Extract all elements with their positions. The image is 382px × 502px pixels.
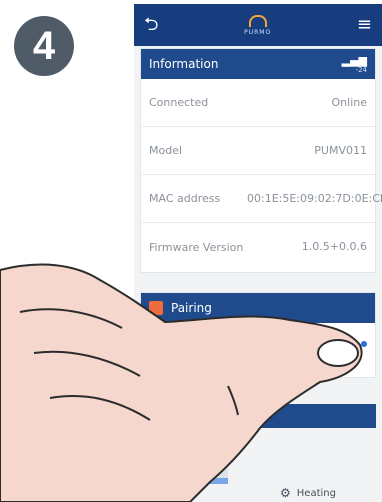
signal-strength: ▂▄▆ -24 bbox=[342, 55, 367, 74]
su-text: SU bbox=[175, 445, 195, 461]
heating-indicator[interactable]: ⚙ Heating bbox=[280, 486, 336, 500]
logo-mark bbox=[248, 14, 267, 27]
info-value: Online bbox=[331, 95, 367, 109]
heating-gear-icon: ⚙ bbox=[280, 486, 291, 500]
su-panel[interactable]: SU bbox=[142, 428, 228, 478]
lower-panel-header bbox=[140, 404, 376, 428]
info-value: PUMV011 bbox=[314, 143, 367, 157]
brand-logo: PURMO bbox=[244, 14, 272, 36]
info-value: 00:1E:5E:09:02:7D:0E:CB bbox=[247, 191, 382, 205]
info-row-model: Model PUMV011 bbox=[141, 127, 375, 175]
information-header: Information ▂▄▆ -24 bbox=[141, 49, 375, 79]
pairing-title: Pairing bbox=[171, 301, 212, 315]
info-label: Model bbox=[149, 144, 183, 157]
back-arrow-icon[interactable]: ⮌ bbox=[144, 16, 158, 34]
info-value: 1.0.5+0.0.6 bbox=[301, 240, 367, 253]
hamburger-menu-icon[interactable]: ≡ bbox=[357, 16, 372, 34]
information-card: Information ▂▄▆ -24 Connected Online Mod… bbox=[140, 48, 382, 273]
pairing-icon bbox=[149, 301, 163, 315]
signal-icon: ▂▄▆ bbox=[341, 53, 367, 67]
pairing-card[interactable]: Pairing bbox=[140, 292, 376, 378]
heating-label: Heating bbox=[296, 487, 336, 499]
su-accent-strip bbox=[142, 478, 228, 484]
information-title: Information bbox=[149, 57, 219, 71]
info-label: MAC address bbox=[149, 192, 221, 205]
signal-value: -24 bbox=[355, 65, 367, 74]
info-label: Firmware Version bbox=[149, 240, 244, 254]
logo-text: PURMO bbox=[244, 28, 272, 36]
info-row-connected: Connected Online bbox=[141, 79, 375, 127]
pairing-indicator-dot bbox=[361, 341, 367, 347]
info-row-firmware: Firmware Version 1.0.5+0.0.6 bbox=[141, 223, 375, 271]
phone-screen: ⮌ PURMO ≡ Information ▂▄▆ -24 Connected … bbox=[134, 4, 382, 502]
info-label: Connected bbox=[149, 96, 209, 109]
pairing-header[interactable]: Pairing bbox=[141, 293, 375, 323]
info-row-mac: MAC address 00:1E:5E:09:02:7D:0E:CB bbox=[141, 175, 382, 223]
top-bar: ⮌ PURMO ≡ bbox=[134, 4, 382, 46]
step-number-badge: 4 bbox=[14, 16, 74, 76]
